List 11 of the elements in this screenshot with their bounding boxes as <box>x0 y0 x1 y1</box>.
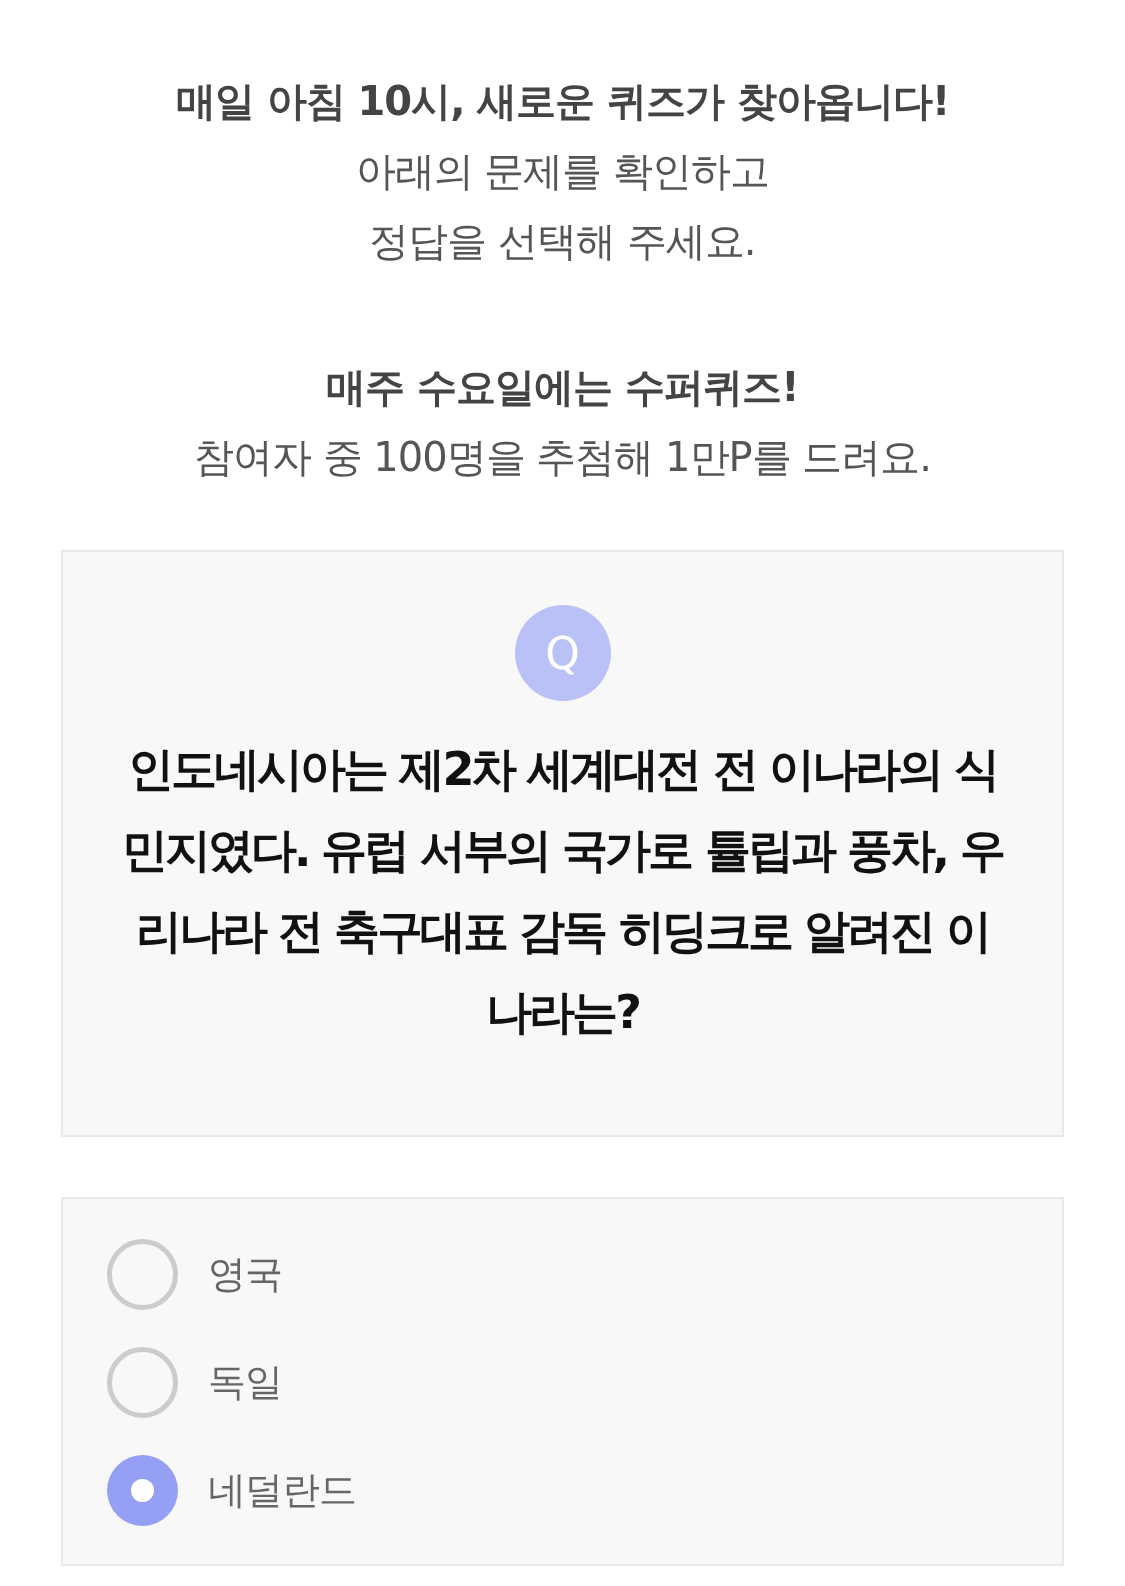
radio-button[interactable] <box>107 1347 178 1418</box>
option-label[interactable]: 네덜란드 <box>208 1465 356 1516</box>
intro-title: 매일 아침 10시, 새로운 퀴즈가 찾아옵니다! <box>175 77 950 126</box>
radio-button[interactable] <box>107 1239 178 1310</box>
intro-text: 참여자 중 100명을 추첨해 1만P를 드려요. <box>193 433 932 482</box>
option-label[interactable]: 영국 <box>208 1249 282 1300</box>
intro-text: 아래의 문제를 확인하고 정답을 선택해 주세요. <box>355 147 770 266</box>
option-label[interactable]: 독일 <box>208 1357 282 1408</box>
question-badge: Q <box>514 605 611 701</box>
intro-title: 매주 수요일에는 수퍼퀴즈! <box>326 363 799 412</box>
question-text: 인도네시아는 제2차 세계대전 전 이나라의 식민지였다. 유럽 서부의 국가로 튤립과 풍차, 우리나라 전 축구대표 감독 히딩크로 알려진 이 나라는? <box>120 741 1005 1041</box>
